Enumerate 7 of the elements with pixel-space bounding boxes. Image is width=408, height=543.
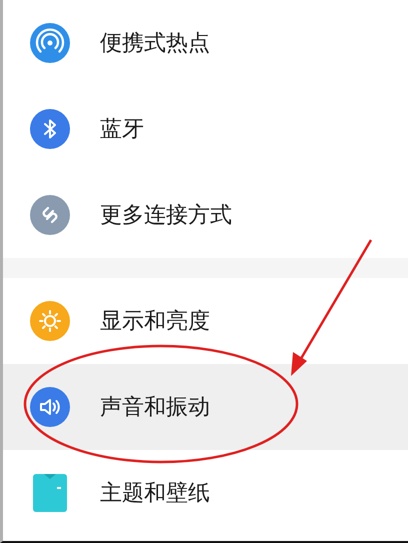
link-icon [30,195,70,235]
settings-item[interactable]: 声音和振动 [3,364,408,450]
hotspot-icon [30,23,70,63]
sun-icon [30,301,70,341]
bluetooth-icon [30,109,70,149]
shirt-icon [33,474,67,512]
speaker-icon [30,387,70,427]
